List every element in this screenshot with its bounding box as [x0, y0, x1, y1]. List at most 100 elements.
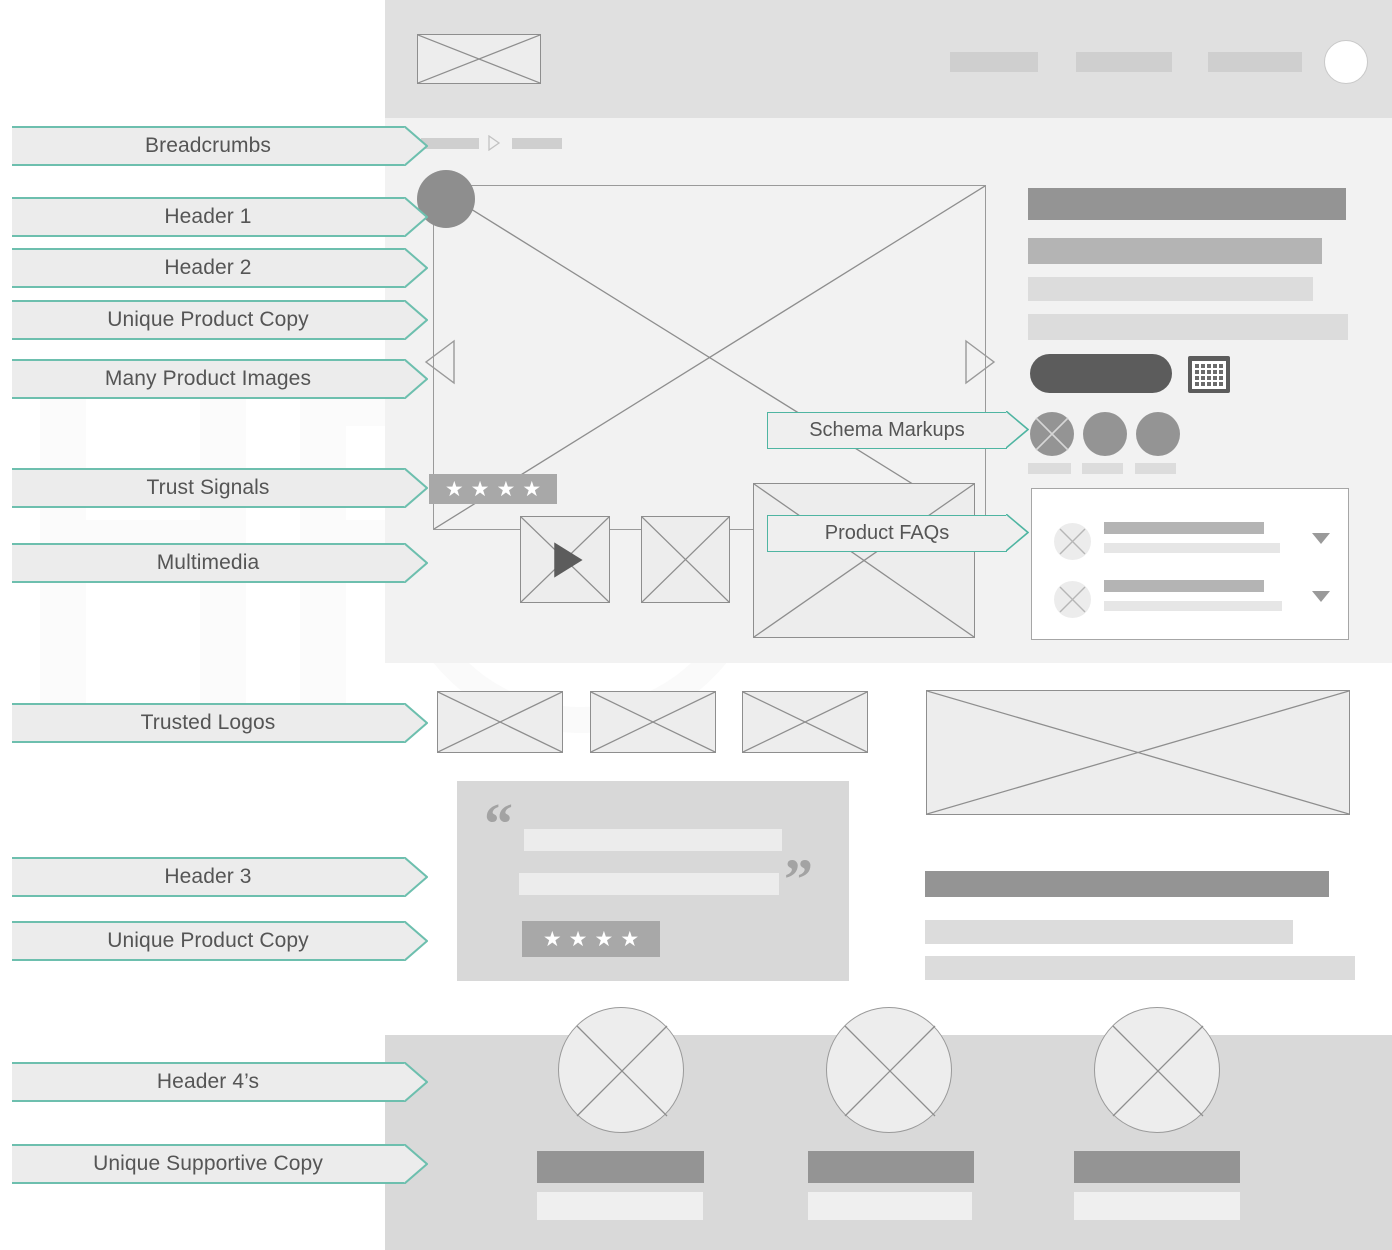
annotation-label: Unique Supportive Copy	[93, 1152, 323, 1175]
thumbnail-video[interactable]	[520, 516, 610, 603]
feature-image-placeholder[interactable]	[926, 690, 1350, 815]
annotation-multimedia[interactable]: Multimedia	[12, 543, 428, 583]
trusted-logo-2[interactable]	[590, 691, 716, 753]
tag-arrow-icon	[1005, 513, 1030, 553]
annotation-trusted-logos[interactable]: Trusted Logos	[12, 703, 428, 743]
feature-3-heading-bar	[1074, 1151, 1240, 1183]
callout-label: Product FAQs	[824, 522, 950, 544]
site-logo-placeholder[interactable]	[417, 34, 541, 84]
callout-label: Schema Markups	[809, 419, 965, 441]
annotation-label: Trusted Logos	[140, 711, 276, 734]
feature-2-icon[interactable]	[826, 1007, 952, 1133]
feature-3-body-bar	[1074, 1192, 1240, 1220]
star-icon: ★	[594, 927, 614, 951]
annotation-trust-signals[interactable]: Trust Signals	[12, 468, 428, 508]
calendar-icon[interactable]	[1188, 356, 1230, 393]
faq-answer-bar	[1104, 543, 1280, 553]
tag-arrow-icon	[404, 359, 428, 399]
annotation-many-product-images[interactable]: Many Product Images	[12, 359, 428, 399]
testimonial-rating: ★ ★ ★ ★	[522, 921, 660, 957]
annotation-label: Header 3	[164, 865, 252, 888]
faq-question-bar	[1104, 522, 1264, 534]
annotation-header-4s[interactable]: Header 4’s	[12, 1062, 428, 1102]
faq-row[interactable]	[1054, 521, 1332, 565]
tag-arrow-icon	[404, 197, 428, 237]
chevron-down-icon[interactable]	[1312, 533, 1330, 544]
callout-product-faqs[interactable]: Product FAQs	[767, 513, 1030, 553]
product-copy-bar-3	[1028, 314, 1348, 340]
callout-schema-markups[interactable]: Schema Markups	[767, 410, 1030, 450]
annotation-label: Multimedia	[156, 551, 260, 574]
copy-body-bar-1	[925, 920, 1293, 944]
annotation-header-1[interactable]: Header 1	[12, 197, 428, 237]
nav-item-2[interactable]	[1076, 52, 1172, 72]
swatch-2[interactable]	[1083, 412, 1127, 456]
annotation-label: Header 2	[164, 256, 252, 279]
copy-body-bar-2	[925, 956, 1355, 980]
trusted-logo-3[interactable]	[742, 691, 868, 753]
annotation-header-3[interactable]: Header 3	[12, 857, 428, 897]
chevron-down-icon[interactable]	[1312, 591, 1330, 602]
add-to-cart-button[interactable]	[1030, 354, 1172, 393]
annotation-header-2[interactable]: Header 2	[12, 248, 428, 288]
tag-arrow-icon	[404, 126, 428, 166]
breadcrumb-crumb-2[interactable]	[512, 138, 562, 149]
tag-arrow-icon	[404, 543, 428, 583]
product-copy-bar-2	[1028, 277, 1313, 301]
tag-arrow-icon	[404, 1144, 428, 1184]
thumbnail-image-large[interactable]	[753, 483, 975, 638]
open-quote-icon: “	[484, 791, 513, 856]
carousel-next-icon[interactable]	[964, 339, 996, 390]
tag-arrow-icon	[1005, 410, 1030, 450]
thumbnail-image[interactable]	[641, 516, 730, 603]
star-icon: ★	[542, 927, 562, 951]
tag-arrow-icon	[404, 300, 428, 340]
annotation-unique-product-copy-1[interactable]: Unique Product Copy	[12, 300, 428, 340]
star-icon: ★	[620, 927, 640, 951]
feature-1-heading-bar	[537, 1151, 704, 1183]
faq-row[interactable]	[1054, 579, 1332, 623]
trusted-logo-1[interactable]	[437, 691, 563, 753]
annotation-label: Unique Product Copy	[107, 308, 309, 331]
feature-2-heading-bar	[808, 1151, 974, 1183]
annotation-label: Many Product Images	[104, 367, 312, 390]
star-icon: ★	[496, 477, 516, 501]
annotation-breadcrumbs[interactable]: Breadcrumbs	[12, 126, 428, 166]
swatch-3[interactable]	[1136, 412, 1180, 456]
tag-arrow-icon	[404, 1062, 428, 1102]
annotation-label: Breadcrumbs	[145, 134, 271, 157]
tag-arrow-icon	[404, 468, 428, 508]
faq-avatar-icon	[1054, 581, 1091, 618]
nav-item-3[interactable]	[1208, 52, 1302, 72]
product-title-bar	[1028, 188, 1346, 220]
annotation-label: Header 1	[164, 205, 252, 228]
close-quote-icon: ”	[784, 847, 813, 912]
testimonial-line-2	[519, 873, 779, 895]
tag-arrow-icon	[404, 857, 428, 897]
annotation-label: Trust Signals	[146, 476, 270, 499]
tag-arrow-icon	[404, 921, 428, 961]
nav-item-1[interactable]	[950, 52, 1038, 72]
copy-heading-bar	[925, 871, 1329, 897]
triangle-right-icon	[487, 134, 501, 156]
faq-avatar-icon	[1054, 523, 1091, 560]
breadcrumb-crumb-1[interactable]	[421, 138, 479, 149]
feature-3-icon[interactable]	[1094, 1007, 1220, 1133]
feature-1-body-bar	[537, 1192, 703, 1220]
swatch-label-1	[1028, 463, 1071, 474]
annotation-rail: Breadcrumbs Header 1 Header 2 Unique Pro…	[0, 0, 428, 1250]
account-avatar[interactable]	[1324, 40, 1368, 84]
annotation-unique-supportive-copy[interactable]: Unique Supportive Copy	[12, 1144, 428, 1184]
tag-arrow-icon	[404, 703, 428, 743]
annotation-label: Header 4’s	[156, 1070, 260, 1093]
feature-1-icon[interactable]	[558, 1007, 684, 1133]
hero-rating-badge: ★ ★ ★ ★	[429, 474, 557, 504]
swatch-label-2	[1082, 463, 1123, 474]
carousel-prev-icon[interactable]	[424, 339, 456, 390]
swatch-label-3	[1135, 463, 1176, 474]
testimonial-line-1	[524, 829, 782, 851]
swatch-1[interactable]	[1030, 412, 1074, 456]
feature-2-body-bar	[808, 1192, 972, 1220]
faq-answer-bar	[1104, 601, 1282, 611]
annotation-unique-product-copy-2[interactable]: Unique Product Copy	[12, 921, 428, 961]
